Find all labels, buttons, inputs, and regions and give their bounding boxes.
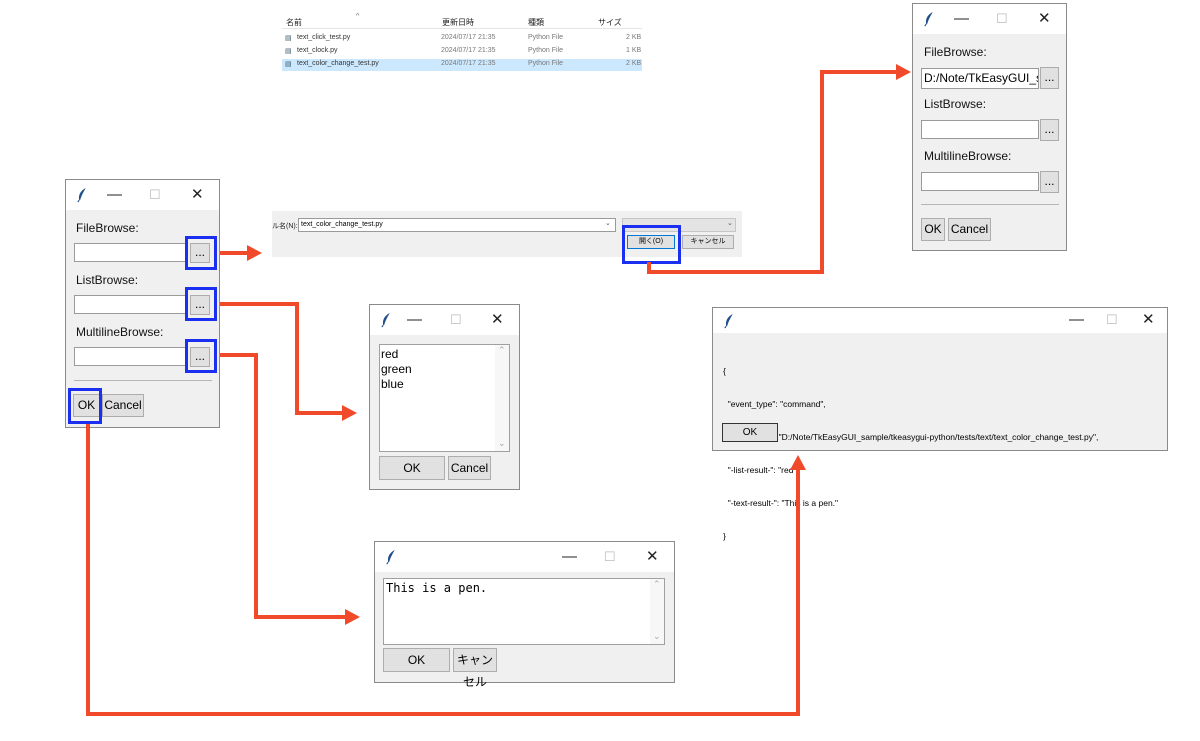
arrowhead [345, 609, 360, 625]
arrowhead [247, 245, 262, 261]
flow-arrows [86, 64, 911, 716]
arrow-multiline-browse [220, 353, 346, 619]
arrow-list-browse [220, 302, 343, 415]
arrow-open-result [647, 70, 900, 274]
arrow-ok-popup [86, 424, 800, 716]
arrowhead [342, 405, 357, 421]
arrowhead [790, 455, 806, 470]
arrowhead [896, 64, 911, 80]
